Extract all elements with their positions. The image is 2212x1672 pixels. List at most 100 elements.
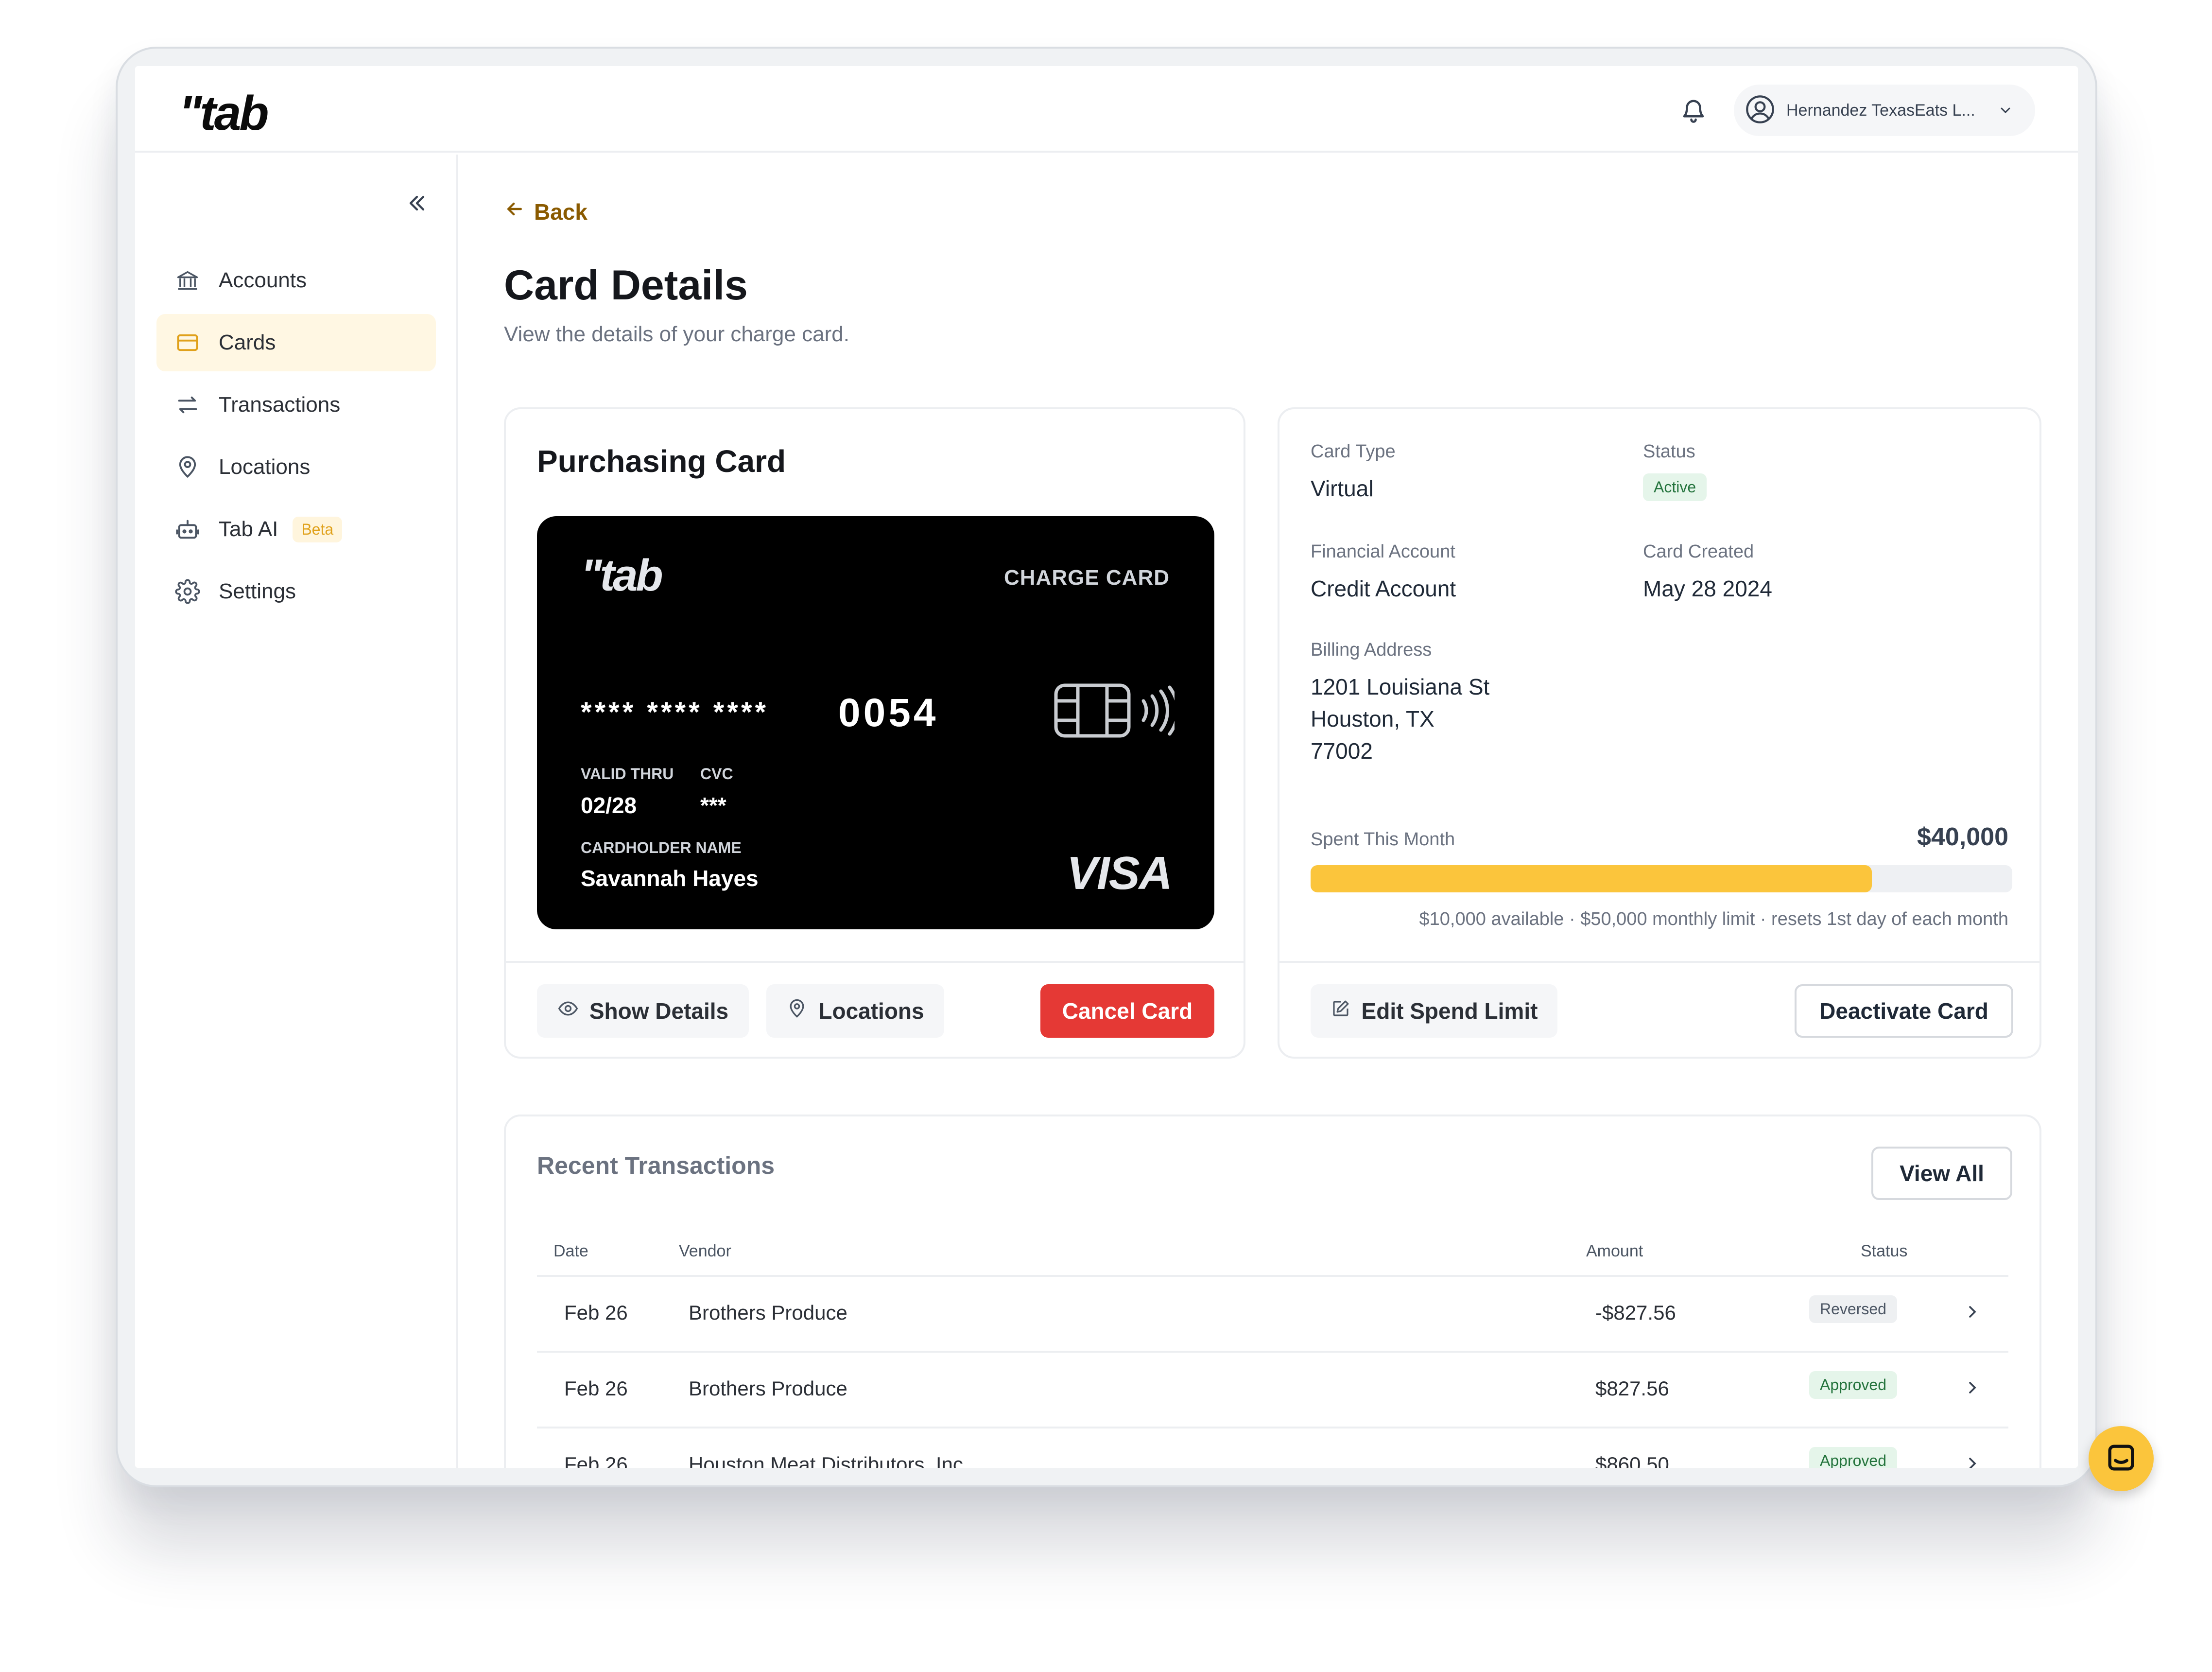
deactivate-card-button[interactable]: Deactivate Card xyxy=(1795,984,2013,1038)
sidebar-nav: Accounts Cards Transactions Locations Ta… xyxy=(156,252,436,625)
card-type-label: Card Type xyxy=(1311,441,1396,462)
table-row[interactable]: Feb 26 Houston Meat Distributors, Inc. $… xyxy=(537,1427,2008,1468)
show-details-label: Show Details xyxy=(589,998,729,1024)
row-status-badge: Approved xyxy=(1809,1371,1897,1399)
chevron-right-icon[interactable] xyxy=(1963,1454,1982,1468)
spend-progress-fill xyxy=(1311,865,1872,892)
cvc-value: *** xyxy=(700,793,726,818)
financial-account-label: Financial Account xyxy=(1311,541,1455,562)
row-vendor: Brothers Produce xyxy=(689,1301,847,1324)
chat-icon xyxy=(2104,1441,2138,1477)
sidebar-item-label: Settings xyxy=(219,579,296,603)
device-frame: "tab Hernandez TexasEats L... Accounts C… xyxy=(116,47,2154,1491)
spent-this-month-label: Spent This Month xyxy=(1311,829,1455,850)
column-header-date[interactable]: Date xyxy=(553,1242,588,1261)
valid-thru-value: 02/28 xyxy=(581,793,637,818)
visa-logo: VISA xyxy=(1066,847,1173,899)
card-info-panel: Card Type Virtual Status Active Financia… xyxy=(1278,407,2041,1059)
cvc-label: CVC xyxy=(700,765,733,783)
column-header-status[interactable]: Status xyxy=(1861,1242,1907,1261)
sidebar-item-cards[interactable]: Cards xyxy=(156,314,436,371)
edit-spend-limit-button[interactable]: Edit Spend Limit xyxy=(1311,984,1557,1038)
arrow-left-icon xyxy=(504,198,525,225)
spent-amount: $40,000 xyxy=(1917,823,2008,851)
row-date: Feb 26 xyxy=(564,1377,628,1400)
panel-divider xyxy=(506,961,1244,963)
billing-address-line2: Houston, TX xyxy=(1311,706,1434,732)
chevron-right-icon[interactable] xyxy=(1963,1378,1982,1397)
sidebar-item-label: Locations xyxy=(219,455,311,479)
chevron-down-icon xyxy=(1998,103,2013,118)
row-date: Feb 26 xyxy=(564,1301,628,1324)
row-amount: $827.56 xyxy=(1595,1377,1669,1400)
sidebar-item-label: Tab AI xyxy=(219,517,278,541)
sidebar-item-locations[interactable]: Locations xyxy=(156,438,436,496)
robot-icon xyxy=(174,516,201,543)
billing-address-line3: 77002 xyxy=(1311,738,1373,764)
sidebar-item-tab-ai[interactable]: Tab AI Beta xyxy=(156,501,436,558)
show-details-button[interactable]: Show Details xyxy=(537,984,749,1038)
row-status-badge: Reversed xyxy=(1809,1295,1897,1323)
locations-label: Locations xyxy=(818,998,924,1024)
sidebar-item-label: Cards xyxy=(219,331,276,354)
billing-address-line1: 1201 Louisiana St xyxy=(1311,674,1490,699)
card-logo: "tab xyxy=(581,551,663,600)
row-amount: -$827.56 xyxy=(1595,1301,1676,1324)
account-switcher[interactable]: Hernandez TexasEats L... xyxy=(1734,85,2035,136)
row-amount: $860.50 xyxy=(1595,1453,1669,1468)
card-created-value: May 28 2024 xyxy=(1643,576,1772,601)
billing-address-label: Billing Address xyxy=(1311,640,1432,660)
main-content: Back Card Details View the details of yo… xyxy=(460,155,2078,1468)
card-type-value: Virtual xyxy=(1311,476,1374,501)
beta-badge: Beta xyxy=(293,516,343,542)
notification-bell-icon[interactable] xyxy=(1673,90,1714,131)
column-header-vendor[interactable]: Vendor xyxy=(679,1242,731,1261)
cardholder-name: Savannah Hayes xyxy=(581,866,759,891)
map-pin-icon xyxy=(174,453,201,481)
app-logo[interactable]: "tab xyxy=(179,86,269,141)
cancel-card-button[interactable]: Cancel Card xyxy=(1040,984,1214,1038)
user-avatar-icon xyxy=(1745,94,1776,127)
column-header-amount[interactable]: Amount xyxy=(1586,1242,1643,1261)
account-name: Hernandez TexasEats L... xyxy=(1786,101,1975,120)
sidebar-item-transactions[interactable]: Transactions xyxy=(156,376,436,434)
sidebar-item-settings[interactable]: Settings xyxy=(156,563,436,620)
view-all-button[interactable]: View All xyxy=(1871,1147,2012,1200)
purchasing-card-panel: Purchasing Card "tab CHARGE CARD **** **… xyxy=(504,407,1245,1059)
gear-icon xyxy=(174,578,201,605)
card-last4: 0054 xyxy=(838,691,939,735)
app-screen: "tab Hernandez TexasEats L... Accounts C… xyxy=(135,66,2078,1468)
row-vendor: Houston Meat Distributors, Inc. xyxy=(689,1453,969,1468)
row-status-badge: Approved xyxy=(1809,1447,1897,1468)
back-label: Back xyxy=(534,199,588,225)
sidebar-item-label: Accounts xyxy=(219,268,307,292)
collapse-sidebar-icon[interactable] xyxy=(397,184,436,223)
chat-support-button[interactable] xyxy=(2089,1426,2154,1491)
chip-contactless-icon xyxy=(1053,681,1179,742)
masked-card-number: **** **** **** xyxy=(581,697,769,728)
row-date: Feb 26 xyxy=(564,1453,628,1468)
back-link[interactable]: Back xyxy=(504,198,588,225)
page-title: Card Details xyxy=(504,262,748,309)
recent-transactions-panel: Recent Transactions View All Date Vendor… xyxy=(504,1115,2041,1468)
edit-spend-limit-label: Edit Spend Limit xyxy=(1361,998,1538,1024)
table-row[interactable]: Feb 26 Brothers Produce -$827.56 Reverse… xyxy=(537,1275,2008,1351)
chevron-right-icon[interactable] xyxy=(1963,1302,1982,1322)
sidebar: Accounts Cards Transactions Locations Ta… xyxy=(135,155,458,1468)
sidebar-item-accounts[interactable]: Accounts xyxy=(156,252,436,309)
locations-button[interactable]: Locations xyxy=(766,984,944,1038)
financial-account-value: Credit Account xyxy=(1311,576,1456,601)
top-header: "tab Hernandez TexasEats L... xyxy=(135,66,2078,153)
page-subtitle: View the details of your charge card. xyxy=(504,322,849,346)
row-vendor: Brothers Produce xyxy=(689,1377,847,1400)
sidebar-item-label: Transactions xyxy=(219,393,341,417)
valid-thru-label: VALID THRU xyxy=(581,765,674,783)
status-label: Status xyxy=(1643,441,1695,462)
panel-divider xyxy=(1279,961,2039,963)
spend-progress-bar xyxy=(1311,865,2012,892)
table-row[interactable]: Feb 26 Brothers Produce $827.56 Approved xyxy=(537,1351,2008,1427)
status-badge: Active xyxy=(1643,473,1707,501)
panel-title: Purchasing Card xyxy=(537,444,786,479)
cardholder-label: CARDHOLDER NAME xyxy=(581,839,742,856)
card-created-label: Card Created xyxy=(1643,541,1754,562)
